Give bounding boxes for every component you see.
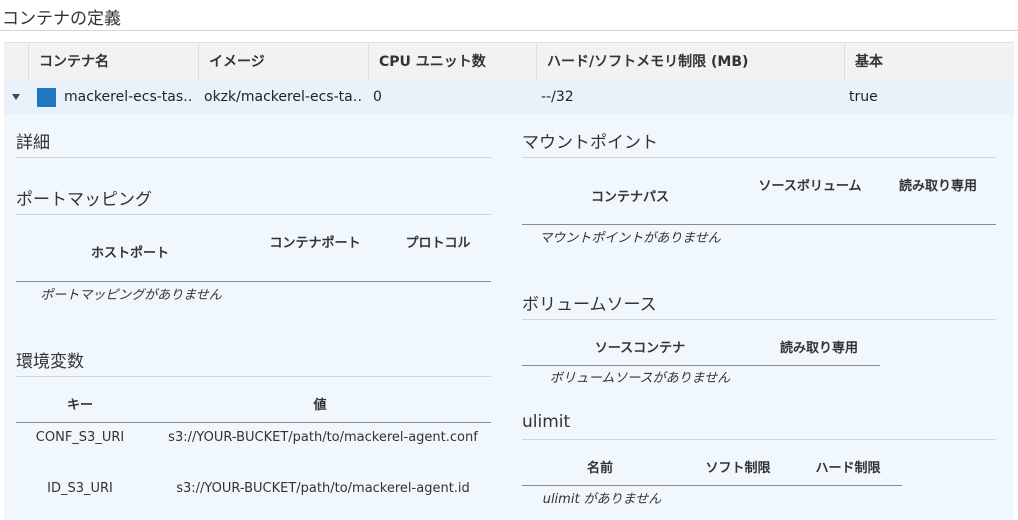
column-header-key: キー — [66, 398, 93, 413]
column-header-ulimit-name: 名前 — [586, 461, 613, 476]
details-heading: 詳細 — [16, 133, 50, 153]
env-value: s3://YOUR-BUCKET/path/to/mackerel-agent.… — [176, 481, 470, 496]
container-cpu: 0 — [373, 89, 382, 105]
ulimit-empty: ulimit がありません — [542, 492, 662, 507]
volume-sources-table-rule — [522, 365, 880, 366]
port-mappings-empty: ポートマッピングがありません — [40, 288, 222, 303]
ulimit-heading: ulimit — [522, 412, 571, 432]
volume-sources-heading: ボリュームソース — [522, 295, 657, 315]
mount-points-empty: マウントポイントがありません — [539, 231, 721, 246]
column-header-read-only: 読み取り専用 — [898, 179, 977, 194]
port-mappings-divider — [16, 214, 491, 215]
port-mappings-table-rule — [16, 281, 491, 282]
container-name: mackerel-ecs-tas… — [64, 89, 192, 105]
mount-points-divider — [522, 157, 996, 158]
column-header-hard-limit: ハード制限 — [815, 461, 881, 476]
container-table-header: コンテナ名 イメージ CPU ユニット数 ハード/ソフトメモリ制限 (MB) 基… — [4, 42, 1014, 82]
column-header-cpu-units[interactable]: CPU ユニット数 — [368, 43, 536, 81]
mount-points-heading: マウントポイント — [522, 133, 658, 153]
column-header-host-port: ホストポート — [90, 246, 169, 261]
column-header-volume-read-only: 読み取り専用 — [779, 341, 858, 356]
column-header-source-volume: ソースボリューム — [758, 179, 862, 194]
container-essential: true — [849, 89, 878, 105]
column-header-memory-limit[interactable]: ハード/ソフトメモリ制限 (MB) — [536, 43, 844, 81]
env-key: ID_S3_URI — [47, 481, 113, 496]
column-header-soft-limit: ソフト制限 — [705, 461, 771, 476]
column-header-container-port: コンテナポート — [269, 236, 361, 251]
env-value: s3://YOUR-BUCKET/path/to/mackerel-agent.… — [168, 430, 478, 445]
port-mappings-heading: ポートマッピング — [16, 190, 152, 210]
column-header-container-name[interactable]: コンテナ名 — [28, 43, 198, 81]
container-row[interactable]: mackerel-ecs-tas… okzk/mackerel-ecs-ta… … — [4, 81, 1014, 114]
details-divider — [16, 157, 491, 158]
volume-sources-empty: ボリュームソースがありません — [549, 371, 731, 386]
container-image: okzk/mackerel-ecs-ta… — [204, 89, 362, 105]
column-header-value: 値 — [313, 398, 327, 413]
env-vars-heading: 環境変数 — [16, 352, 84, 372]
page-title: コンテナの定義 — [2, 9, 121, 29]
volume-sources-divider — [522, 319, 996, 320]
column-header-protocol: プロトコル — [405, 236, 471, 251]
env-vars-table-rule — [16, 422, 491, 423]
column-header-essential[interactable]: 基本 — [844, 43, 1014, 81]
title-divider — [0, 30, 1018, 31]
ulimit-divider — [522, 439, 996, 440]
column-header-image[interactable]: イメージ — [198, 43, 368, 81]
column-header-source-container: ソースコンテナ — [594, 341, 686, 356]
env-key: CONF_S3_URI — [35, 430, 125, 445]
ulimit-table-rule — [522, 485, 902, 486]
column-header-container-path: コンテナパス — [590, 190, 669, 205]
mount-points-table-rule — [522, 224, 996, 225]
container-color-swatch — [37, 88, 56, 107]
env-vars-divider — [16, 376, 491, 377]
container-memory: --/32 — [541, 89, 574, 105]
expand-caret-icon[interactable] — [12, 94, 20, 100]
